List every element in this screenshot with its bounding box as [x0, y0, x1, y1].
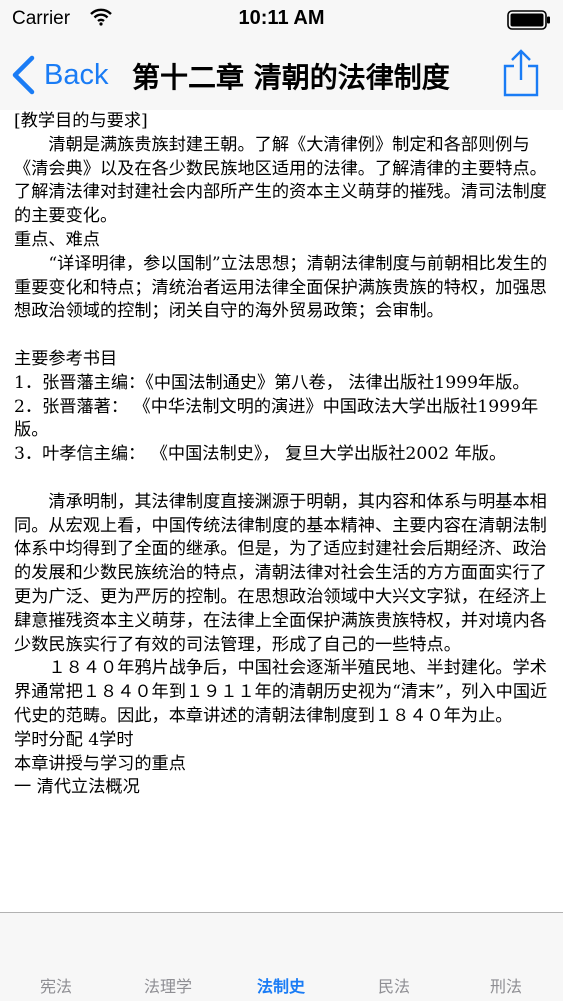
back-label: Back — [44, 58, 109, 91]
reference-item: 2．张晋藩著： 《中华法制文明的演进》中国政法大学出版社1999年版。 — [14, 396, 539, 441]
tab-jurisprudence[interactable]: 法理学 — [112, 973, 224, 997]
paragraph: 清朝是满族贵族封建王朝。了解《大清律例》制定和各部则例与《清会典》以及在各少数民… — [14, 134, 547, 227]
navigation-bar: Back 第十二章 清朝的法律制度 — [0, 40, 563, 110]
back-button[interactable]: Back — [10, 52, 108, 98]
tab-constitution[interactable]: 宪法 — [0, 973, 112, 997]
section-heading: [教学目的与要求] — [14, 111, 148, 131]
chevron-left-icon — [12, 55, 35, 95]
paragraph: 清承明制，其法律制度直接渊源于明朝，其内容和体系与明基本相同。从宏观上看，中国传… — [14, 491, 547, 655]
paragraph: １８４０年鸦片战争后，中国社会逐渐半殖民地、半封建化。学术界通常把１８４０年到１… — [14, 658, 548, 726]
paragraph: 学时分配 4学时 — [14, 729, 134, 750]
battery-icon — [507, 10, 550, 30]
paragraph: 一 清代立法概况 — [14, 777, 140, 798]
page-title: 第十二章 清朝的法律制度 — [132, 61, 450, 94]
reference-item: 1．张晋藩主编：《中国法制通史》第八卷， 法律出版社1999年版。 — [14, 372, 530, 393]
section-heading: 主要参考书目 — [14, 348, 118, 369]
status-time: 10:11 AM — [238, 7, 325, 29]
share-icon[interactable] — [501, 48, 541, 98]
status-bar: Carrier 10:11 AM — [0, 0, 563, 40]
reference-item: 3．叶孝信主编： 《中国法制史》， 复旦大学出版社2002 年版。 — [14, 444, 507, 465]
tab-bar: 宪法 法理学 法制史 民法 刑法 — [0, 912, 563, 1001]
paragraph: “详译明律，参以国制”立法思想；清朝法律制度与前朝相比发生的重要变化和特点；清统… — [14, 253, 548, 322]
tab-criminal-law[interactable]: 刑法 — [450, 973, 562, 997]
section-heading: 重点、难点 — [14, 229, 100, 250]
tab-legal-history[interactable]: 法制史 — [225, 973, 337, 997]
paragraph: 本章讲授与学习的重点 — [14, 753, 186, 774]
tab-civil-law[interactable]: 民法 — [338, 973, 450, 997]
chapter-content[interactable]: [教学目的与要求] 清朝是满族贵族封建王朝。了解《大清律例》制定和各部则例与《清… — [14, 110, 552, 912]
